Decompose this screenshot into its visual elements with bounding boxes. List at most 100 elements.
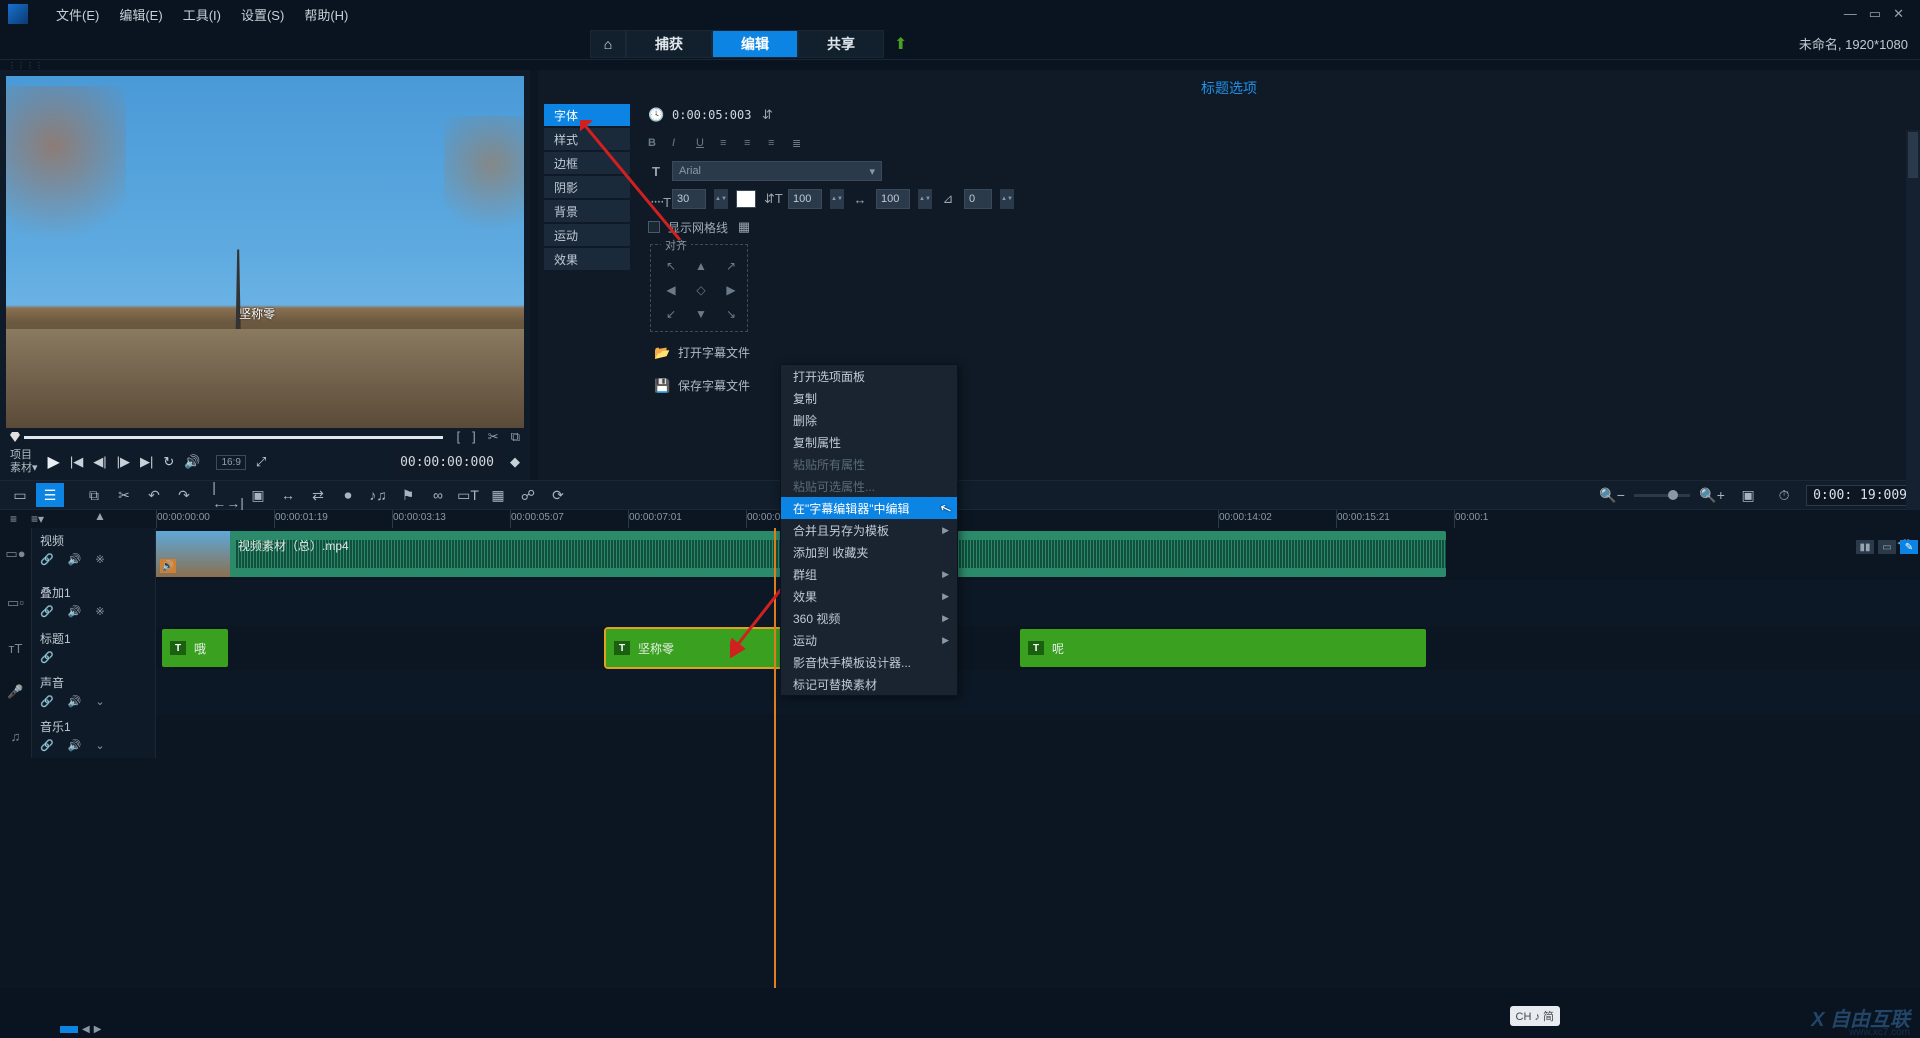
redo-icon[interactable]: ↷ (170, 483, 198, 507)
ctx-360-video[interactable]: 360 视频 ▶ (781, 607, 957, 629)
ribbon-a-icon[interactable]: ▮▮ (1856, 540, 1874, 554)
font-select[interactable]: Arial (672, 161, 882, 181)
refresh-icon[interactable]: ⟳ (544, 483, 572, 507)
duration-field[interactable]: 0:00:05:003 (672, 108, 751, 122)
options-scrollbar[interactable] (1906, 130, 1920, 510)
track-name-sound[interactable]: 声音 (40, 674, 147, 691)
track-mute-icon[interactable]: 🔊 (68, 553, 82, 566)
ctx-delete[interactable]: 删除 (781, 409, 957, 431)
track-fx-icon[interactable]: ※ (95, 553, 104, 566)
snapshot-icon[interactable]: ⧉ (511, 429, 520, 445)
opt-tab-shadow[interactable]: 阴影 (544, 176, 630, 198)
align-center-icon[interactable]: ≡ (744, 137, 760, 149)
ctx-open-options[interactable]: 打开选项面板 (781, 365, 957, 387)
track-name-overlay[interactable]: 叠加1 (40, 584, 147, 601)
ctx-add-favorites[interactable]: 添加到 收藏夹 (781, 541, 957, 563)
slip-icon[interactable]: ⇄ (304, 483, 332, 507)
track-link-icon[interactable]: 🔗 (40, 553, 54, 566)
line-spacing-input[interactable]: 100 (788, 189, 822, 209)
menu-file[interactable]: 文件(E) (46, 5, 109, 24)
go-start-icon[interactable]: |◀ (70, 454, 83, 470)
zoom-slider[interactable] (1634, 494, 1690, 497)
ruler-tick[interactable]: 00:00:00:00 (156, 510, 274, 528)
toolbar-timecode[interactable]: 0:00: 19:009 (1806, 485, 1914, 506)
ctx-mark-replaceable[interactable]: 标记可替换素材 (781, 673, 957, 695)
resize-mode-icon[interactable]: ⤢ (256, 454, 266, 470)
close-icon[interactable]: ✕ (1893, 6, 1904, 22)
timer-icon[interactable]: ⏱ (1770, 483, 1798, 507)
track-add-icon[interactable]: ▲ (94, 509, 106, 523)
align-ml-icon[interactable]: ◀ (661, 283, 681, 301)
track-link-icon[interactable]: 🔗 (40, 651, 54, 664)
track-collapse-icon[interactable]: ≡▾ (31, 512, 44, 526)
menu-edit[interactable]: 编辑(E) (109, 5, 172, 24)
vertical-text-icon[interactable]: ⇵T (764, 191, 780, 207)
track-motion-icon[interactable]: ☍ (514, 483, 542, 507)
opt-tab-style[interactable]: 样式 (544, 128, 630, 150)
track-mute-icon[interactable]: 🔊 (68, 695, 82, 708)
track-name-title[interactable]: 标题1 (40, 630, 147, 647)
align-tc-icon[interactable]: ▲ (691, 259, 711, 277)
font-size-spinner[interactable]: ▲▼ (714, 189, 728, 209)
split-icon[interactable]: ✂ (488, 429, 499, 445)
open-subtitle-file[interactable]: 📂 打开字幕文件 (648, 340, 1920, 365)
align-mr-icon[interactable]: ▶ (721, 283, 741, 301)
zoom-in-icon[interactable]: 🔍+ (1698, 483, 1726, 507)
ime-badge[interactable]: CH ♪ 简 (1510, 1006, 1561, 1026)
track-link-icon[interactable]: 🔗 (40, 695, 54, 708)
align-tl-icon[interactable]: ↖ (661, 259, 681, 277)
volume-icon[interactable]: 🔊 (184, 454, 200, 470)
minimize-icon[interactable]: — (1844, 6, 1857, 22)
ctx-effect[interactable]: 效果 ▶ (781, 585, 957, 607)
rotate-input[interactable]: 0 (964, 189, 992, 209)
align-left-icon[interactable]: ≡ (720, 137, 736, 149)
ctx-group[interactable]: 群组 ▶ (781, 563, 957, 585)
track-fx-icon[interactable]: ※ (95, 605, 104, 618)
ctx-edit-in-subtitle-editor[interactable]: 在"字幕编辑器"中编辑 (781, 497, 957, 519)
stretch-icon[interactable]: ↔ (274, 483, 302, 507)
title-clip-1[interactable]: T 哦 (162, 629, 228, 667)
ctx-template-designer[interactable]: 影音快手模板设计器... (781, 651, 957, 673)
justify-icon[interactable]: ≣ (792, 137, 808, 150)
align-bl-icon[interactable]: ↙ (661, 307, 681, 325)
panel-grip[interactable]: ⋮⋮⋮⋮ (0, 60, 1920, 70)
align-tr-icon[interactable]: ↗ (721, 259, 741, 277)
font-color-swatch[interactable] (736, 190, 756, 208)
ruler-tick[interactable]: 00:00:03:13 (392, 510, 510, 528)
ruler-tick[interactable]: 00:00:1 (1454, 510, 1572, 528)
line-spacing-spinner[interactable]: ▲▼ (830, 189, 844, 209)
mark-out-icon[interactable]: ] (472, 429, 476, 445)
upload-icon[interactable]: ⬆ (894, 34, 907, 54)
preview-timecode[interactable]: 00:00:00:000 (394, 453, 500, 472)
tab-share[interactable]: 共享 (798, 30, 884, 58)
align-bc-icon[interactable]: ▼ (691, 307, 711, 325)
trim-icon[interactable]: |←→| (214, 483, 242, 507)
opt-tab-font[interactable]: 字体 (544, 104, 630, 126)
go-end-icon[interactable]: ▶| (140, 454, 153, 470)
ctx-motion[interactable]: 运动 ▶ (781, 629, 957, 651)
ruler-tick[interactable]: 00:00:05:07 (510, 510, 628, 528)
track-name-music[interactable]: 音乐1 (40, 718, 147, 735)
title-clip-3[interactable]: T 呢 (1020, 629, 1426, 667)
zoom-out-icon[interactable]: 🔍− (1598, 483, 1626, 507)
char-spacing-input[interactable]: 100 (876, 189, 910, 209)
timeline-hscroll[interactable]: ◀▶ (60, 1024, 130, 1034)
ctx-copy[interactable]: 复制 (781, 387, 957, 409)
ruler-tick[interactable]: 00:00:07:01 (628, 510, 746, 528)
seek-handle[interactable] (10, 432, 20, 442)
undo-icon[interactable]: ↶ (140, 483, 168, 507)
prev-frame-icon[interactable]: ◀| (93, 454, 106, 470)
crop-icon[interactable]: ▣ (244, 483, 272, 507)
next-frame-icon[interactable]: |▶ (117, 454, 130, 470)
mixer-icon[interactable]: ♪♫ (364, 483, 392, 507)
preview-mode-project[interactable]: 项目 (10, 449, 38, 462)
track-mute-icon[interactable]: 🔊 (68, 605, 82, 618)
bold-icon[interactable]: B (648, 137, 664, 149)
menu-settings[interactable]: 设置(S) (231, 5, 294, 24)
opt-tab-background[interactable]: 背景 (544, 200, 630, 222)
ribbon-b-icon[interactable]: ▭ (1878, 540, 1896, 554)
track-link-icon[interactable]: 🔗 (40, 739, 54, 752)
track-list-icon[interactable]: ≡ (10, 512, 17, 526)
align-br-icon[interactable]: ↘ (721, 307, 741, 325)
record-icon[interactable]: ⏺ (334, 483, 362, 507)
